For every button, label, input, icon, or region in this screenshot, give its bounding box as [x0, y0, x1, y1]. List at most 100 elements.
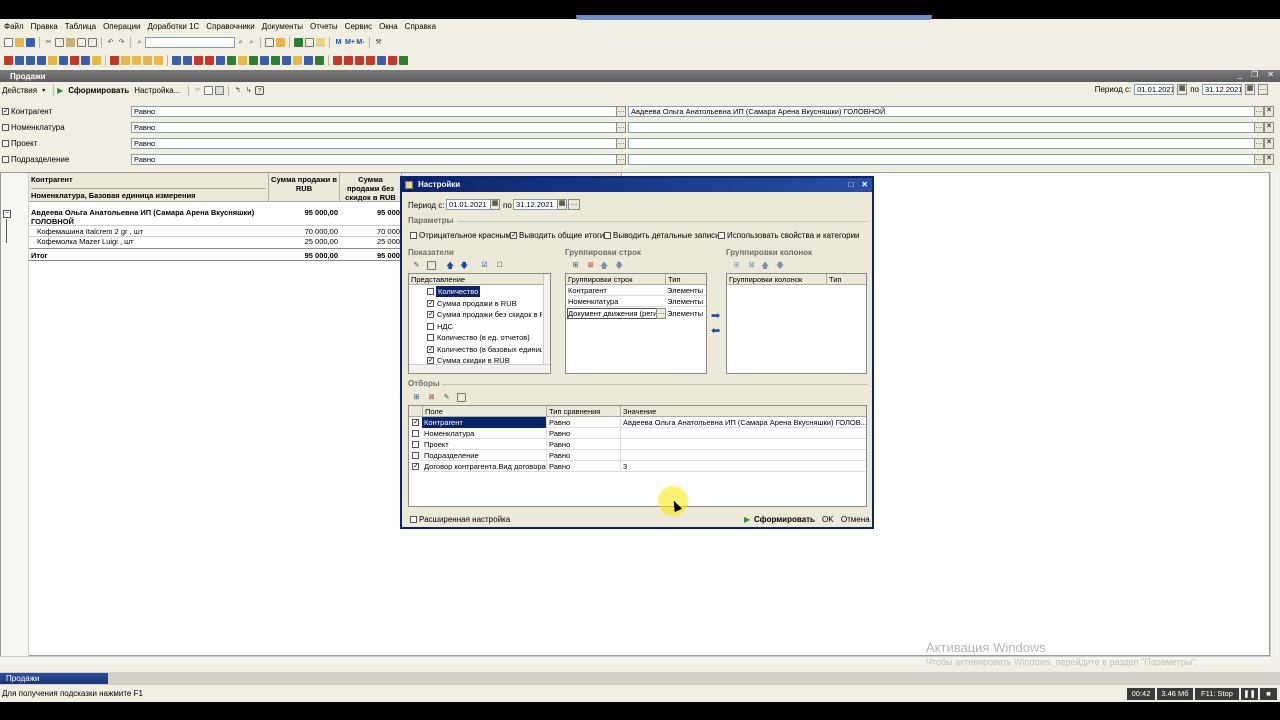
tools-icon[interactable]: ⚒ — [374, 38, 383, 47]
filter-compare[interactable]: Равно — [131, 122, 618, 133]
op-icon[interactable] — [121, 56, 130, 65]
memory-icon[interactable]: M — [334, 38, 343, 47]
restore-icon[interactable]: ❐ — [1251, 70, 1258, 79]
select-period-button[interactable]: … — [1258, 84, 1268, 95]
op-icon[interactable] — [333, 56, 342, 65]
selection-checkbox[interactable]: ✓ — [412, 463, 419, 470]
op-icon[interactable] — [172, 56, 181, 65]
op-icon[interactable] — [4, 56, 13, 65]
filter-checkbox[interactable]: ✓ — [2, 108, 9, 115]
add-row-group-icon[interactable]: ⊞ — [571, 261, 580, 270]
selection-checkbox[interactable]: ✓ — [412, 419, 419, 426]
op-icon[interactable] — [366, 56, 375, 65]
move-right-icon[interactable]: ➡ — [711, 309, 720, 322]
dialog-generate-button[interactable]: Сформировать — [754, 515, 815, 524]
find-next-icon[interactable]: ⌕ — [236, 38, 245, 47]
calendar-icon[interactable]: ▦ — [490, 199, 500, 210]
op-icon[interactable] — [110, 56, 119, 65]
selection-checkbox[interactable] — [412, 452, 419, 459]
filter-select-button[interactable]: … — [1254, 122, 1264, 133]
op-icon[interactable] — [227, 56, 236, 65]
advanced-checkbox[interactable] — [410, 516, 417, 523]
selection-compare[interactable]: Равно — [546, 439, 620, 450]
op-icon[interactable] — [271, 56, 280, 65]
filter-value[interactable] — [628, 138, 1255, 149]
filter-compare[interactable]: Равно — [131, 138, 618, 149]
filter-value[interactable] — [628, 122, 1255, 133]
op-icon[interactable] — [194, 56, 203, 65]
print-icon[interactable] — [77, 38, 86, 47]
menu-item[interactable]: Доработки 1С — [148, 22, 200, 31]
menu-item[interactable]: Документы — [262, 22, 303, 31]
rowgroup-type[interactable]: Элементы — [667, 308, 706, 319]
filter-value[interactable]: Авдеева Ольга Анатольевна ИП (Самара Аре… — [628, 106, 1255, 117]
indicator-checkbox[interactable]: ✓ — [427, 357, 434, 364]
menu-item[interactable]: Справка — [405, 22, 436, 31]
op-icon[interactable] — [315, 56, 324, 65]
op-icon[interactable] — [260, 56, 269, 65]
rowgroup-name[interactable]: Контрагент — [568, 285, 666, 296]
folder-icon[interactable] — [276, 38, 285, 47]
param-checkbox[interactable] — [604, 232, 611, 239]
new-icon[interactable] — [4, 38, 13, 47]
actions-menu[interactable]: Действия — [2, 86, 37, 95]
op-icon[interactable] — [59, 56, 68, 65]
taskbar-item[interactable]: Продажи — [0, 673, 108, 684]
selection-value[interactable] — [620, 439, 866, 450]
indicator-item[interactable]: Количество (в базовых единицах) — [437, 344, 542, 355]
filter-checkbox[interactable] — [2, 124, 9, 131]
selection-field[interactable]: Договор контрагента.Вид договора — [422, 461, 546, 472]
close-icon[interactable]: ✕ — [1267, 70, 1274, 79]
filter-select-button[interactable]: … — [1254, 138, 1264, 149]
cut-icon[interactable]: ✂ — [44, 38, 53, 47]
selection-compare[interactable]: Равно — [546, 461, 620, 472]
find-icon[interactable]: ⌕ — [135, 38, 144, 47]
filter-clear-icon[interactable]: ✕ — [1264, 106, 1274, 117]
selection-field[interactable]: Контрагент — [422, 417, 546, 428]
menu-item[interactable]: Отчеты — [310, 22, 338, 31]
menu-item[interactable]: Справочники — [206, 22, 254, 31]
expand-icon[interactable]: ↰ — [233, 86, 242, 95]
op-icon[interactable] — [132, 56, 141, 65]
add-col-group-icon[interactable]: ⊞ — [732, 261, 741, 270]
menu-item[interactable]: Операции — [103, 22, 140, 31]
op-icon[interactable] — [183, 56, 192, 65]
search-combo[interactable] — [145, 37, 235, 48]
rowgroup-name[interactable]: Номенклатура — [568, 296, 666, 307]
param-checkbox[interactable] — [718, 232, 725, 239]
check-all-icon[interactable]: ☑ — [480, 261, 489, 270]
delete-col-group-icon[interactable]: ⊠ — [747, 261, 756, 270]
maximize-icon[interactable]: □ — [848, 178, 853, 192]
dialog-period-to[interactable]: 31.12.2021 — [513, 199, 558, 210]
select-period-button[interactable]: … — [568, 199, 580, 210]
move-down-icon[interactable]: 🡇 — [776, 260, 784, 274]
minimize-icon[interactable]: _ — [1238, 70, 1242, 79]
op-icon[interactable] — [48, 56, 57, 65]
filter-select-button[interactable]: … — [616, 138, 626, 149]
redo-icon[interactable]: ↷ — [117, 38, 126, 47]
help-icon[interactable]: ? — [255, 86, 265, 95]
delete-row-group-icon[interactable]: ⊠ — [586, 261, 595, 270]
play-icon[interactable]: ▶ — [57, 86, 63, 95]
selection-field[interactable]: Проект — [422, 439, 546, 450]
pause-icon[interactable]: ❚❚ — [1241, 688, 1258, 700]
add-selection-icon[interactable]: ⊞ — [412, 393, 421, 402]
move-left-icon[interactable]: ⬅ — [711, 324, 720, 337]
filter-select-button[interactable]: … — [616, 154, 626, 165]
play-icon[interactable]: ▶ — [744, 515, 750, 524]
filter-select-button[interactable]: … — [1254, 106, 1264, 117]
period-to-input[interactable]: 31.12.2021 — [1202, 84, 1242, 95]
op-icon[interactable] — [249, 56, 258, 65]
param-checkbox[interactable]: ✓ — [510, 232, 517, 239]
op-icon[interactable] — [143, 56, 152, 65]
rowgroups-list[interactable]: Группировки строк Тип Контрагент Элемент… — [565, 273, 707, 374]
collapse-icon[interactable]: ↳ — [244, 86, 253, 95]
rowgroup-name-editor[interactable]: Документ движения (регистратор) — [567, 308, 657, 319]
generate-button[interactable]: Сформировать — [68, 86, 129, 95]
layout-icon[interactable] — [204, 86, 214, 95]
selection-compare[interactable]: Равно — [546, 417, 620, 428]
filter-compare[interactable]: Равно — [131, 154, 618, 165]
filter-checkbox[interactable] — [2, 140, 9, 147]
selection-value[interactable]: Авдеева Ольга Анатольевна ИП (Самара Аре… — [620, 417, 866, 428]
copy-icon[interactable] — [457, 393, 466, 402]
